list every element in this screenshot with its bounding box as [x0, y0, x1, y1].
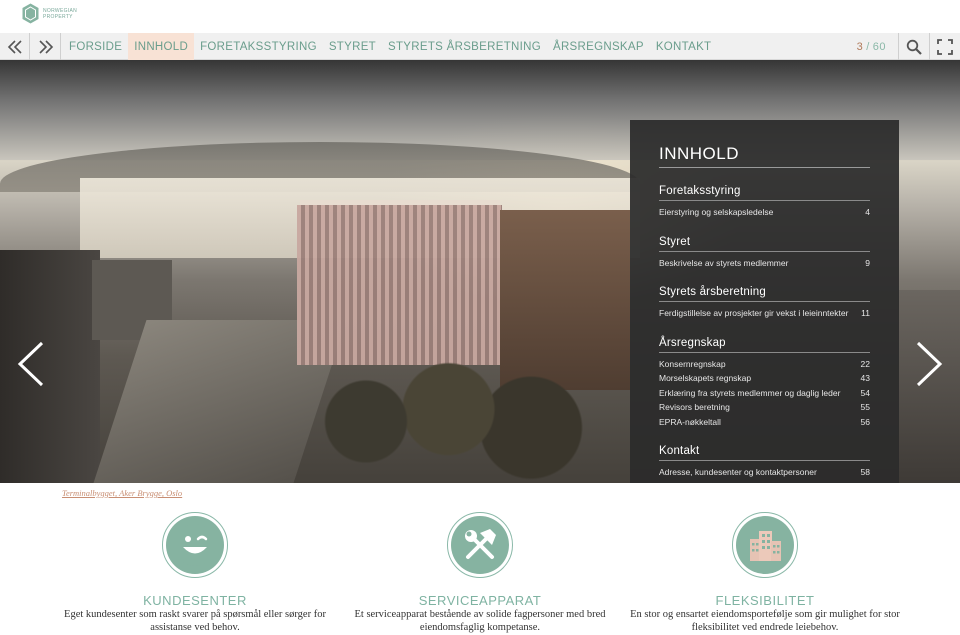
entry-label: Beskrivelse av styrets medlemmer [659, 257, 789, 268]
entry-label: Revisors beretning [659, 402, 730, 412]
contents-entry[interactable]: Konsernregnskap 22 [659, 357, 870, 372]
section-title[interactable]: Styrets årsberetning [659, 286, 870, 302]
fullscreen-button[interactable] [929, 33, 960, 60]
entry-page: 56 [860, 416, 870, 427]
page-total: 60 [872, 40, 886, 53]
search-icon [906, 39, 922, 55]
hero-tower [297, 205, 502, 365]
entry-label: Eierstyring og selskapsledelse [659, 207, 774, 217]
feature-title: KUNDESENTER [143, 593, 247, 608]
contents-entry[interactable]: Erklæring fra styrets medlemmer og dagli… [659, 386, 870, 401]
feature-icon-badge [732, 512, 798, 578]
feature-title: FLEKSIBILITET [715, 593, 815, 608]
nav-item-foretaksstyring[interactable]: FORETAKSSTYRING [194, 33, 323, 60]
nav-item-innhold[interactable]: INNHOLD [128, 33, 195, 60]
photo-caption-link[interactable]: Terminalbygget, Aker Brygge, Oslo [62, 488, 182, 498]
contents-entry[interactable]: Ferdigstillelse av prosjekter gir vekst … [659, 306, 870, 321]
logo-hexagon-icon [22, 3, 39, 24]
contents-entry[interactable]: Eierstyring og selskapsledelse 4 [659, 205, 870, 220]
entry-label: Erklæring fra styrets medlemmer og dagli… [659, 387, 841, 398]
entry-page: 55 [860, 402, 870, 412]
section-title[interactable]: Kontakt [659, 445, 870, 461]
contents-section-styrets-arsberetning: Styrets årsberetning Ferdigstillelse av … [659, 286, 870, 321]
section-title[interactable]: Årsregnskap [659, 337, 870, 353]
search-button[interactable] [898, 33, 929, 60]
smiley-wink-icon [174, 524, 216, 566]
page-counter: 3 / 60 [857, 33, 886, 60]
feature-icon-badge [447, 512, 513, 578]
contents-entry[interactable]: EPRA-nøkkeltall 56 [659, 415, 870, 430]
contents-title: INNHOLD [659, 144, 870, 168]
entry-label: Morselskapets regnskap [659, 373, 752, 383]
first-page-button[interactable] [0, 33, 30, 60]
contents-section-arsregnskap: Årsregnskap Konsernregnskap 22 Morselska… [659, 337, 870, 430]
contents-entry[interactable]: Morselskapets regnskap 43 [659, 371, 870, 386]
entry-page: 9 [865, 257, 870, 268]
feature-kundesenter: KUNDESENTER Eget kundesenter som raskt s… [55, 512, 335, 634]
contents-entry[interactable]: Revisors beretning 55 [659, 400, 870, 415]
contents-entry[interactable]: Adresse, kundesenter og kontaktpersoner … [659, 465, 870, 480]
entry-page: 4 [865, 207, 870, 217]
entry-label: Konsernregnskap [659, 358, 726, 369]
nav-item-kontakt[interactable]: KONTAKT [650, 33, 718, 60]
feature-icon-badge [162, 512, 228, 578]
nav-item-styret[interactable]: STYRET [323, 33, 382, 60]
next-page-arrow[interactable] [914, 340, 946, 388]
page-current: 3 [856, 40, 864, 53]
feature-serviceapparat: SERVICEAPPARAT Et serviceapparat beståen… [340, 512, 620, 634]
contents-section-foretaksstyring: Foretaksstyring Eierstyring og selskapsl… [659, 185, 870, 220]
feature-text: Et serviceapparat bestående av solide fa… [354, 609, 606, 633]
contents-panel: INNHOLD Foretaksstyring Eierstyring og s… [630, 120, 899, 483]
logo-text: NORWEGIAN PROPERTY [43, 7, 77, 20]
previous-page-arrow[interactable] [14, 340, 46, 388]
entry-page: 43 [860, 373, 870, 383]
nav-item-arsregnskap[interactable]: ÅRSREGNSKAP [547, 33, 650, 60]
contents-section-kontakt: Kontakt Adresse, kundesenter og kontaktp… [659, 445, 870, 480]
last-page-button[interactable] [31, 33, 61, 60]
feature-title: SERVICEAPPARAT [418, 593, 542, 608]
double-chevron-left-icon [7, 39, 22, 54]
entry-label: EPRA-nøkkeltall [659, 416, 721, 427]
section-title[interactable]: Foretaksstyring [659, 185, 870, 201]
top-navigation-bar: FORSIDE INNHOLD FORETAKSSTYRING STYRET S… [0, 33, 960, 60]
nav-item-forside[interactable]: FORSIDE [63, 33, 128, 60]
contents-section-styret: Styret Beskrivelse av styrets medlemmer … [659, 236, 870, 271]
buildings-icon [750, 531, 781, 561]
fullscreen-icon [937, 38, 953, 55]
entry-label: Ferdigstillelse av prosjekter gir vekst … [659, 308, 849, 318]
entry-page: 58 [860, 467, 870, 477]
double-chevron-right-icon [38, 39, 53, 54]
entry-page: 22 [860, 358, 870, 369]
section-title[interactable]: Styret [659, 236, 870, 252]
contents-entry[interactable]: Beskrivelse av styrets medlemmer 9 [659, 256, 870, 271]
tools-icon [465, 529, 496, 559]
entry-page: 54 [860, 387, 870, 398]
company-logo[interactable]: NORWEGIAN PROPERTY [22, 3, 83, 24]
chevron-right-icon [916, 341, 943, 387]
feature-fleksibilitet: FLEKSIBILITET En stor og ensartet eiendo… [625, 512, 905, 634]
feature-text: Eget kundesenter som raskt svarer på spø… [64, 609, 326, 633]
chevron-left-icon [17, 341, 44, 387]
main-menu: FORSIDE INNHOLD FORETAKSSTYRING STYRET S… [63, 33, 717, 60]
hero-trees [300, 360, 630, 483]
page-separator: / [866, 40, 870, 53]
nav-item-styrets-arsberetning[interactable]: STYRETS ÅRSBERETNING [382, 33, 547, 60]
feature-text: En stor og ensartet eiendomsportefølje s… [630, 609, 900, 633]
entry-label: Adresse, kundesenter og kontaktpersoner [659, 467, 817, 477]
entry-page: 11 [861, 308, 870, 318]
logo-strip: NORWEGIAN PROPERTY [0, 0, 960, 33]
